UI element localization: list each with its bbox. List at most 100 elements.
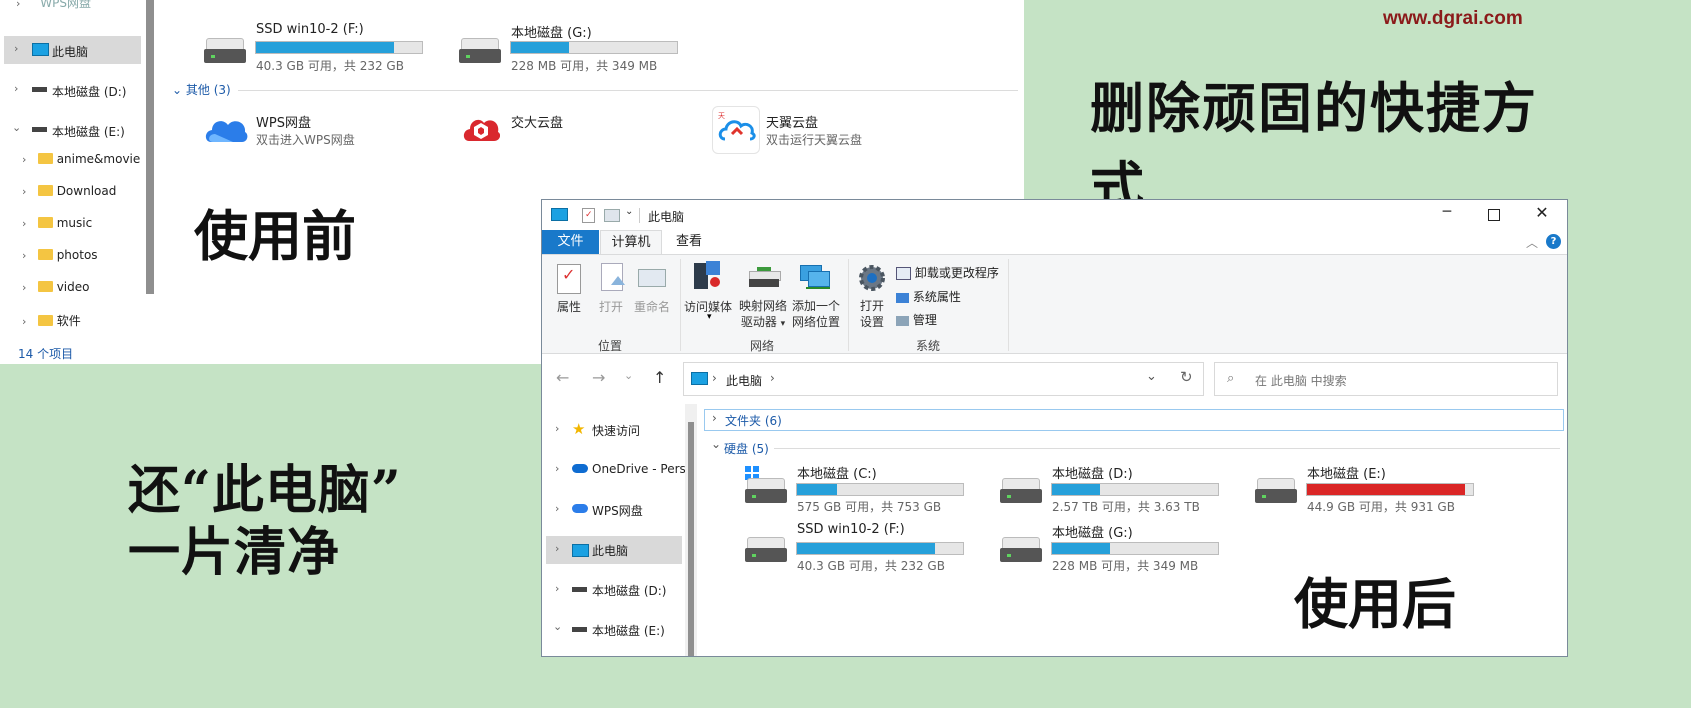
nav-item-disk-d[interactable]: › 本地磁盘 (D:) xyxy=(4,76,141,104)
drive-name[interactable]: SSD win10-2 (F:) xyxy=(256,22,364,37)
drive-usage-fill xyxy=(797,543,935,554)
chevron-down-icon: ⌄ xyxy=(553,620,563,633)
nav-item-disk-e[interactable]: ⌄ 本地磁盘 (E:) xyxy=(542,616,682,644)
nav-folder-item[interactable]: › Download xyxy=(22,184,152,198)
open-icon xyxy=(601,263,625,291)
nav-item-this-pc[interactable]: › 此电脑 xyxy=(4,36,141,64)
search-box[interactable]: ⌕ 在 此电脑 中搜索 xyxy=(1214,362,1558,396)
chevron-right-icon: › xyxy=(555,502,560,515)
monitor-icon xyxy=(551,208,568,221)
nav-item-onedrive[interactable]: › OneDrive - Pers xyxy=(542,456,686,484)
drive-usage-fill xyxy=(511,42,570,53)
drive-usage-bar xyxy=(1051,483,1219,496)
nav-item-this-pc[interactable]: › 此电脑 xyxy=(546,536,682,564)
ribbon-uninstall-button[interactable]: 卸载或更改程序 xyxy=(896,264,999,281)
drive-usage-fill xyxy=(1052,484,1101,495)
ribbon-open-button[interactable]: 打开 xyxy=(592,298,630,315)
address-history-icon[interactable]: ⌄ xyxy=(1146,369,1157,384)
drive-name[interactable]: SSD win10-2 (F:) xyxy=(797,522,905,537)
drive-icon xyxy=(572,627,587,632)
group-header-disks[interactable]: ⌄ 硬盘 (5) xyxy=(704,437,1564,460)
folder-icon xyxy=(37,153,53,164)
recent-locations-icon[interactable]: ⌄ xyxy=(624,369,633,382)
breadcrumb-separator: › xyxy=(712,371,717,385)
nav-item-disk-e[interactable]: ⌄ 本地磁盘 (E:) xyxy=(4,116,141,144)
drive-name[interactable]: 本地磁盘 (C:) xyxy=(797,463,877,482)
ribbon-open-settings-button[interactable]: 打开 设置 xyxy=(852,298,892,330)
ribbon-tabs: 文件 计算机 查看 ︿ ? xyxy=(542,230,1567,255)
chevron-down-icon: ⌄ xyxy=(12,121,22,134)
search-input[interactable]: 在 此电脑 中搜索 xyxy=(1255,372,1347,389)
nav-folder-item[interactable]: › anime&movie xyxy=(22,152,152,166)
chevron-right-icon: › xyxy=(555,422,560,435)
drive-icon xyxy=(745,537,787,567)
wps-cloud-icon xyxy=(572,504,588,513)
drive-info: 575 GB 可用，共 753 GB xyxy=(797,500,942,514)
folder-icon xyxy=(37,185,53,196)
tab-file[interactable]: 文件 xyxy=(542,230,599,254)
nav-item-quick-access[interactable]: › ★ 快速访问 xyxy=(542,416,682,444)
chevron-down-icon: ▾ xyxy=(707,312,712,322)
properties-icon: ✓ xyxy=(557,264,581,294)
ribbon-map-drive-button[interactable]: 映射网络 驱动器 ▾ xyxy=(735,298,791,332)
properties-quick-icon[interactable]: ✓ xyxy=(582,208,595,223)
ribbon-add-location-button[interactable]: 添加一个 网络位置 xyxy=(788,298,844,330)
tab-view[interactable]: 查看 xyxy=(664,230,714,254)
maximize-button[interactable] xyxy=(1488,209,1500,221)
ribbon-manage-button[interactable]: 管理 xyxy=(896,311,937,328)
nav-item-disk-d[interactable]: › 本地磁盘 (D:) xyxy=(542,576,682,604)
nav-folder-item[interactable]: › music xyxy=(22,216,152,230)
drive-usage-fill xyxy=(1052,543,1111,554)
address-bar[interactable]: › 此电脑 › ⌄ xyxy=(683,362,1204,396)
drive-name[interactable]: 本地磁盘 (D:) xyxy=(1052,463,1133,482)
drive-icon xyxy=(745,478,787,508)
ribbon-separator xyxy=(680,259,681,351)
monitor-icon xyxy=(572,544,589,557)
help-icon[interactable]: ? xyxy=(1546,234,1561,249)
collapse-ribbon-icon[interactable]: ︿ xyxy=(1526,234,1538,251)
shortcut-name[interactable]: 交大云盘 xyxy=(511,112,563,131)
tab-computer[interactable]: 计算机 xyxy=(600,230,662,255)
new-folder-quick-icon[interactable] xyxy=(604,209,620,222)
drive-icon xyxy=(204,38,246,68)
chevron-down-icon: ⌄ xyxy=(711,437,722,451)
group-header-other[interactable]: ⌄ 其他 (3) xyxy=(172,81,231,98)
shortcut-name[interactable]: WPS网盘 xyxy=(256,112,311,131)
after-explorer-window: ✓ ⌄ 此电脑 ─ ✕ 文件 计算机 查看 ︿ ? ✓ 属性 打开 重命名 位置 xyxy=(541,199,1568,657)
add-location-icon xyxy=(800,265,830,291)
ribbon-panel: ✓ 属性 打开 重命名 位置 访问媒体 ▾ 映射网络 驱动器 ▾ 添加一个 网络… xyxy=(542,254,1567,354)
customize-quick-access-icon[interactable]: ⌄ xyxy=(625,206,633,217)
back-arrow-icon[interactable]: ← xyxy=(556,368,569,387)
ribbon-rename-button[interactable]: 重命名 xyxy=(630,298,674,315)
drive-icon xyxy=(1000,478,1042,508)
breadcrumb-this-pc[interactable]: 此电脑 xyxy=(726,372,762,389)
nav-item-wps[interactable]: › WPS网盘 xyxy=(542,496,682,524)
svg-text:天: 天 xyxy=(718,112,725,120)
drive-name[interactable]: 本地磁盘 (E:) xyxy=(1307,463,1386,482)
chevron-right-icon: › xyxy=(16,0,21,10)
status-bar-count: 14 个项目 xyxy=(18,347,74,361)
drive-name[interactable]: 本地磁盘 (G:) xyxy=(1052,522,1133,541)
nav-folder-item[interactable]: › video xyxy=(22,280,152,294)
ribbon-properties-button[interactable]: 属性 xyxy=(548,298,590,315)
up-arrow-icon[interactable]: ↑ xyxy=(653,368,666,387)
search-icon: ⌕ xyxy=(1227,371,1235,386)
ribbon-system-properties-button[interactable]: 系统属性 xyxy=(896,288,961,305)
forward-arrow-icon[interactable]: → xyxy=(592,368,605,387)
nav-scrollbar[interactable] xyxy=(688,422,694,656)
nav-scrollbar[interactable] xyxy=(146,0,154,294)
nav-folder-item[interactable]: › 软件 xyxy=(22,312,152,329)
group-label-system: 系统 xyxy=(916,339,941,353)
chevron-right-icon: › xyxy=(555,542,560,555)
star-icon: ★ xyxy=(572,420,586,438)
close-button[interactable]: ✕ xyxy=(1532,203,1552,223)
shortcut-name[interactable]: 天翼云盘 xyxy=(766,112,818,131)
drive-name[interactable]: 本地磁盘 (G:) xyxy=(511,22,592,41)
drive-usage-fill xyxy=(797,484,837,495)
chevron-down-icon: ▾ xyxy=(780,319,786,329)
nav-item-wps-cut[interactable]: › WPS网盘 xyxy=(16,0,91,11)
refresh-icon[interactable]: ↻ xyxy=(1180,368,1193,386)
minimize-button[interactable]: ─ xyxy=(1437,204,1457,224)
group-header-folders[interactable]: › 文件夹 (6) xyxy=(704,409,1564,431)
nav-folder-item[interactable]: › photos xyxy=(22,248,152,262)
